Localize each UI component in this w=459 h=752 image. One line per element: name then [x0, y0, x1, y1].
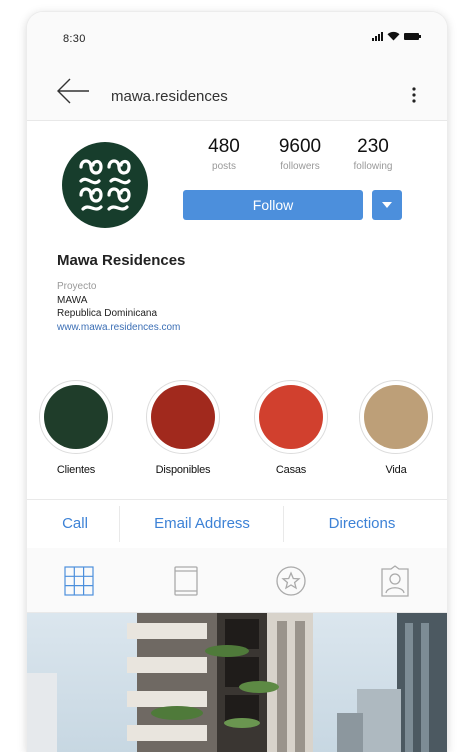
highlight-vida[interactable]: Vida — [350, 380, 442, 476]
divider — [119, 506, 120, 542]
highlight-clientes[interactable]: Clientes — [30, 380, 122, 476]
post-photo[interactable] — [27, 613, 447, 752]
highlight-label: Vida — [385, 464, 407, 476]
profile-name: Mawa Residences — [57, 252, 186, 269]
stat-posts-label: posts — [212, 161, 236, 172]
bio-category: Proyecto — [57, 281, 97, 292]
contact-actions: Call Email Address Directions — [27, 499, 447, 549]
mawa-logo-icon — [79, 159, 131, 211]
highlight-cover — [44, 385, 108, 449]
caret-down-icon — [382, 202, 392, 208]
directions-button[interactable]: Directions — [307, 500, 417, 548]
highlight-ring — [254, 380, 328, 454]
tagged-posts-icon[interactable] — [170, 565, 202, 597]
highlight-cover — [364, 385, 428, 449]
grid-icon[interactable] — [63, 565, 95, 597]
nav-bar: mawa.residences — [27, 62, 447, 121]
stat-following[interactable]: 230 following — [333, 136, 413, 172]
wifi-icon — [387, 31, 400, 41]
highlight-cover — [151, 385, 215, 449]
highlight-cover — [259, 385, 323, 449]
more-options-icon[interactable] — [411, 86, 417, 104]
phone-frame: 8:30 mawa.residences 480 posts 9600 foll… — [27, 12, 447, 752]
battery-icon — [404, 32, 421, 40]
website-link[interactable]: www.mawa.residences.com — [57, 321, 180, 335]
highlight-ring — [39, 380, 113, 454]
email-address-button[interactable]: Email Address — [127, 500, 277, 548]
stat-following-count: 230 — [357, 136, 389, 157]
profile-bio: Proyecto MAWA Republica Dominicana www.m… — [57, 280, 180, 334]
highlight-label: Disponibles — [155, 464, 211, 476]
bio-line: MAWA — [57, 294, 88, 306]
profile-tag-icon[interactable] — [379, 565, 411, 597]
stat-followers-count: 9600 — [278, 136, 322, 157]
profile-avatar[interactable] — [62, 142, 148, 228]
stat-following-label: following — [353, 161, 393, 172]
follow-button[interactable]: Follow — [183, 190, 363, 220]
highlight-casas[interactable]: Casas — [245, 380, 337, 476]
highlight-label: Casas — [275, 464, 307, 476]
status-icons — [372, 31, 421, 41]
highlight-disponibles[interactable]: Disponibles — [137, 380, 229, 476]
stat-posts-count: 480 — [208, 136, 240, 157]
bio-line: Republica Dominicana — [57, 308, 158, 319]
divider — [283, 506, 284, 542]
follow-dropdown-button[interactable] — [372, 190, 402, 220]
stat-followers-label: followers — [280, 161, 320, 172]
profile-tabs — [27, 548, 447, 613]
profile-username: mawa.residences — [111, 88, 228, 105]
back-arrow-icon[interactable] — [55, 76, 91, 106]
status-time: 8:30 — [63, 33, 86, 45]
highlight-ring — [146, 380, 220, 454]
call-button[interactable]: Call — [47, 500, 103, 548]
signal-icon — [372, 31, 383, 41]
highlight-ring — [359, 380, 433, 454]
stat-posts[interactable]: 480 posts — [184, 136, 264, 172]
stat-followers[interactable]: 9600 followers — [260, 136, 340, 172]
highlight-label: Clientes — [56, 464, 96, 476]
status-bar: 8:30 — [27, 12, 447, 62]
profile-stats: 480 posts 9600 followers 230 following — [182, 136, 412, 186]
star-icon[interactable] — [275, 565, 307, 597]
